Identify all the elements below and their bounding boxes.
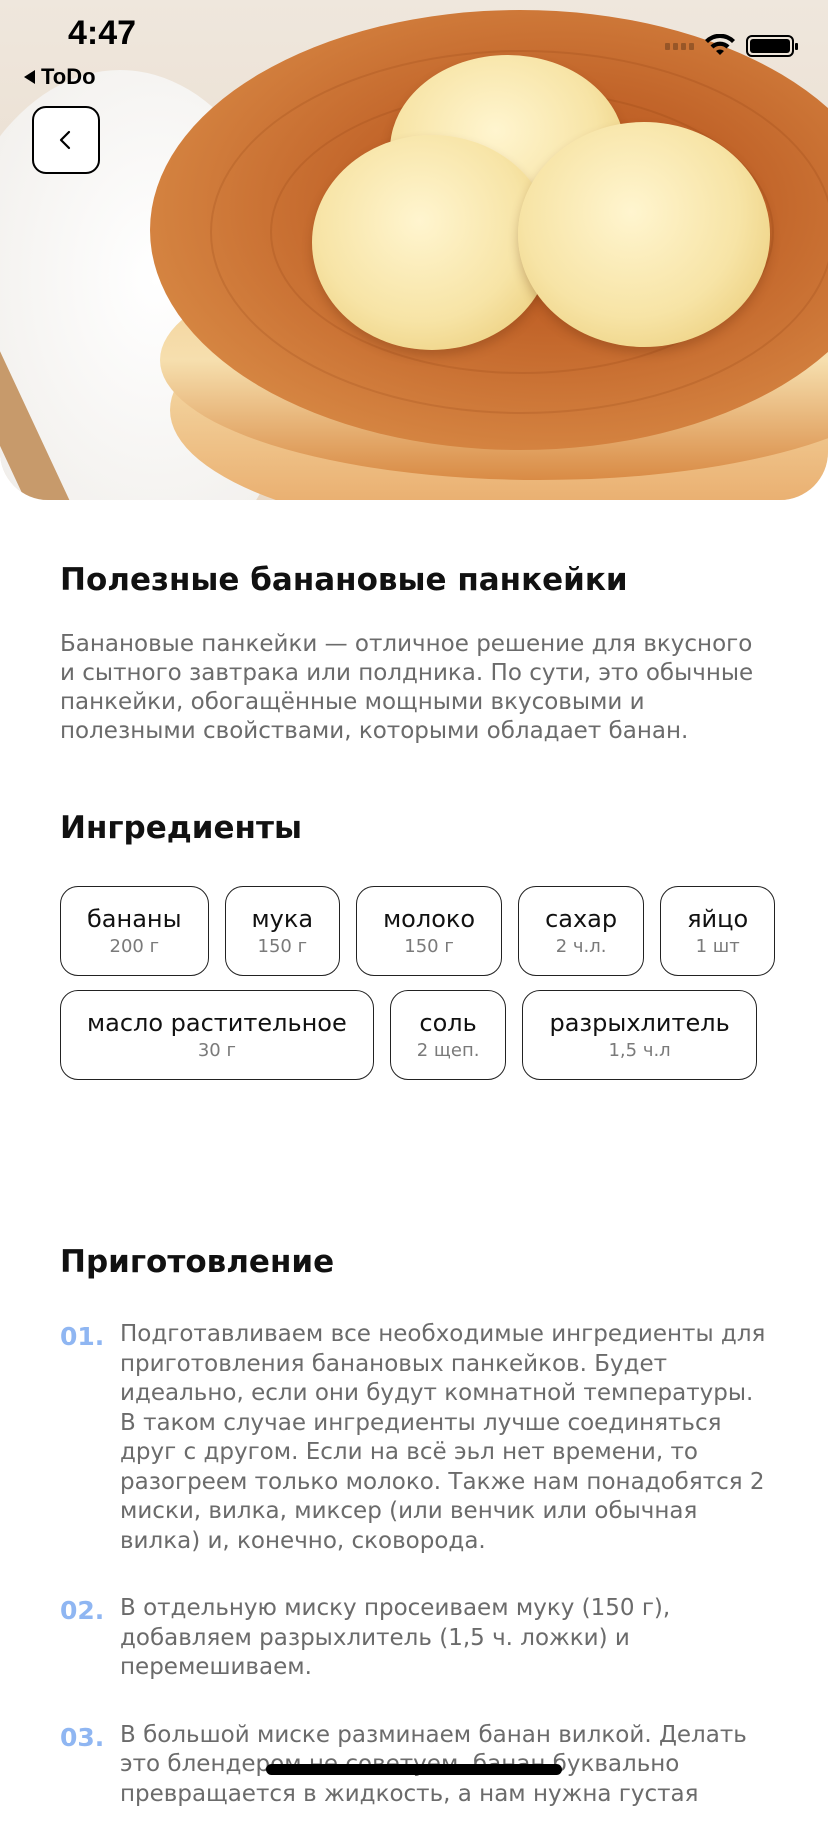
ingredient-name: масло растительное: [87, 1009, 347, 1037]
step-item: 02. В отдельную миску просеиваем муку (1…: [60, 1594, 776, 1683]
chevron-left-icon: [59, 130, 71, 150]
wifi-icon: [705, 34, 735, 55]
ingredient-name: сахар: [545, 905, 618, 933]
home-indicator[interactable]: [266, 1764, 562, 1775]
ingredient-chip[interactable]: разрыхлитель 1,5 ч.л: [522, 990, 757, 1080]
step-text: Подготавливаем все необходимые ингредиен…: [120, 1321, 766, 1554]
ingredients-title: Ингредиенты: [60, 810, 302, 846]
ingredient-amount: 2 ч.л.: [555, 936, 607, 957]
ingredient-amount: 2 щеп.: [416, 1040, 480, 1061]
ingredient-amount: 30 г: [197, 1040, 236, 1061]
status-icons: [665, 34, 798, 58]
ingredient-chip[interactable]: яйцо 1 шт: [660, 886, 776, 976]
ingredient-chip[interactable]: масло растительное 30 г: [60, 990, 374, 1080]
recipe-title: Полезные банановые панкейки: [60, 562, 628, 598]
banana-slice: [312, 135, 552, 350]
banana-slice: [518, 122, 770, 347]
preparation-title: Приготовление: [60, 1244, 335, 1280]
recipe-description: Банановые панкейки — отличное решение дл…: [60, 631, 754, 744]
back-app-label: ToDo: [41, 64, 96, 89]
step-number: 01.: [60, 1322, 105, 1351]
signal-icon: [665, 42, 694, 50]
step-item: 01. Подготавливаем все необходимые ингре…: [60, 1320, 776, 1556]
ingredient-chip[interactable]: соль 2 щеп.: [389, 990, 507, 1080]
recipe-content: Полезные банановые панкейки Банановые па…: [60, 560, 776, 1807]
ingredient-chip[interactable]: бананы 200 г: [60, 886, 209, 976]
ingredient-amount: 200 г: [109, 936, 160, 957]
ingredient-amount: 150 г: [257, 936, 308, 957]
ingredient-name: яйцо: [687, 905, 749, 933]
battery-icon: [746, 35, 798, 57]
ingredient-amount: 1,5 ч.л: [608, 1040, 671, 1061]
ingredient-chip[interactable]: мука 150 г: [224, 886, 341, 976]
step-number: 03.: [60, 1722, 105, 1752]
ingredient-amount: 150 г: [404, 936, 454, 957]
ingredient-name: молоко: [383, 905, 476, 933]
ingredients-list: бананы 200 г мука 150 г молоко 150 г сах…: [60, 886, 780, 1080]
step-number: 02.: [60, 1596, 105, 1625]
status-time: 4:47: [68, 14, 137, 52]
ingredient-name: разрыхлитель: [549, 1009, 730, 1037]
ingredient-chip[interactable]: сахар 2 ч.л.: [518, 886, 645, 976]
ingredient-name: соль: [419, 1009, 477, 1037]
ingredient-chip[interactable]: молоко 150 г: [356, 886, 503, 976]
step-text: В отдельную миску просеиваем муку (150 г…: [120, 1595, 671, 1680]
ingredient-name: бананы: [87, 905, 182, 933]
back-button[interactable]: [32, 106, 100, 174]
ingredient-amount: 1 шт: [695, 936, 740, 957]
back-triangle-icon: [24, 70, 35, 84]
ingredient-name: мука: [251, 905, 314, 933]
hero-image: 4:47 ToDo: [0, 0, 828, 500]
back-to-app-link[interactable]: ToDo: [24, 64, 96, 90]
